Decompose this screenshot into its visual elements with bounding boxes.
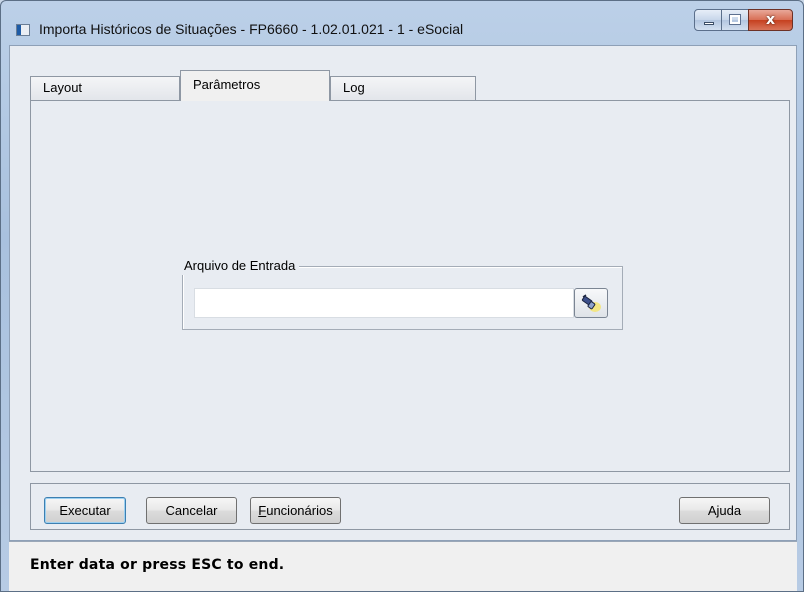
action-button-bar: Executar Cancelar Funcionários Ajuda [30,483,790,530]
close-button[interactable]: x [748,9,793,31]
arquivo-entrada-input[interactable] [194,288,574,318]
button-label: Cancelar [165,503,218,518]
tab-label: Log [343,80,365,95]
button-label: Executar [59,503,111,518]
client-area: Layout Parâmetros Log Arquivo de Entrada [9,45,797,541]
status-bar: Enter data or press ESC to end. [9,541,797,591]
tab-label: Parâmetros [193,77,261,92]
minimize-button[interactable] [694,9,722,31]
button-label: Ajuda [707,503,742,518]
title-bar[interactable]: Importa Históricos de Situações - FP6660… [1,1,803,45]
minimize-icon [704,22,714,25]
maximize-button[interactable] [722,9,748,31]
caption-buttons: x [694,9,793,31]
group-label: Arquivo de Entrada [182,257,300,275]
tab-label: Layout [43,80,83,95]
tab-layout[interactable]: Layout [30,76,180,101]
app-window-icon[interactable] [16,24,30,36]
tab-panel-parametros: Arquivo de Entrada [30,100,790,472]
executar-button[interactable]: Executar [44,497,126,524]
tab-log[interactable]: Log [330,76,476,101]
maximize-icon [729,14,741,25]
browse-file-button[interactable] [574,288,608,318]
ajuda-button[interactable]: Ajuda [679,497,770,524]
flashlight-search-icon [581,294,601,312]
status-text: Enter data or press ESC to end. [30,557,285,573]
application-window: Importa Históricos de Situações - FP6660… [0,0,804,592]
tab-parametros[interactable]: Parâmetros [180,70,330,101]
button-label: uncionários [266,503,333,518]
arquivo-entrada-group: Arquivo de Entrada [182,257,623,330]
cancelar-button[interactable]: Cancelar [146,497,237,524]
window-title: Importa Históricos de Situações - FP6660… [39,21,464,37]
close-icon: x [765,12,776,28]
funcionarios-button[interactable]: Funcionários [250,497,341,524]
